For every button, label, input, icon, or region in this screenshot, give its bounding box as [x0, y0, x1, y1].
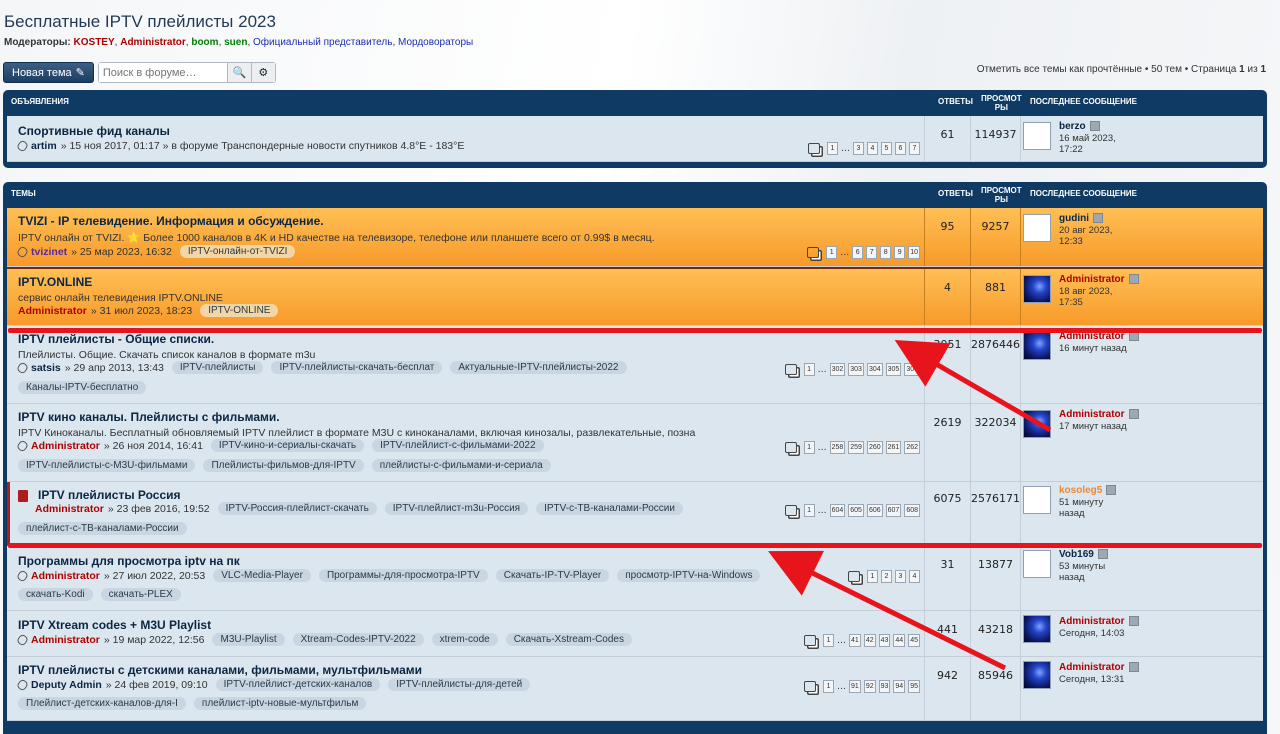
annotation-arrows — [768, 339, 1052, 671]
arrow-to-programs — [768, 550, 1007, 671]
arrow-to-general-playlists — [894, 339, 1052, 433]
